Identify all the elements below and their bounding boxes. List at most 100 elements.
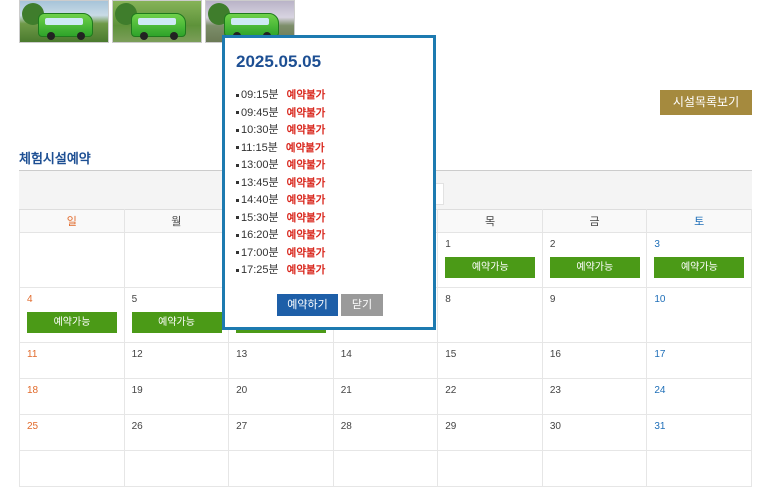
calendar-day: 16: [541, 342, 648, 379]
bus-photo-icon: [131, 13, 186, 40]
calendar-day-empty: [541, 450, 648, 487]
day-number: 2: [549, 239, 556, 250]
slot-time: 09:15분: [241, 89, 279, 101]
calendar-day-empty: [437, 450, 543, 487]
calendar-week: 25 26 27 28 29 30 31: [19, 414, 752, 451]
calendar-week: 18 19 20 21 22 23 24: [19, 378, 752, 415]
day-number: 5: [131, 294, 138, 305]
calendar-day-empty: [332, 450, 439, 487]
calendar-day: 15: [437, 342, 543, 379]
bullet-icon: [236, 163, 239, 167]
slot-time: 13:45분: [241, 176, 279, 189]
day-number: 9: [549, 294, 556, 305]
weekday-fri: 금: [541, 209, 648, 233]
calendar-day: 8: [437, 287, 543, 343]
available-button[interactable]: 예약가능: [549, 257, 640, 278]
calendar-day: 26: [123, 414, 230, 451]
slot-time: 17:00분: [241, 246, 279, 259]
calendar-day: 1 예약가능: [437, 232, 543, 288]
bullet-icon: [236, 216, 239, 220]
facility-list-button[interactable]: 시설목록보기: [660, 90, 752, 115]
calendar-week: [19, 450, 752, 487]
calendar-day-empty: [19, 450, 125, 487]
bus-photo-icon: [38, 13, 93, 40]
calendar-day: 11: [19, 342, 125, 379]
calendar-day: 30: [541, 414, 648, 451]
popup-actions: 예약하기 닫기: [277, 294, 383, 316]
calendar-day: 18: [19, 378, 125, 415]
calendar-day: 27: [228, 414, 334, 451]
time-slot: 17:25분 예약불가: [236, 261, 325, 279]
time-slot-list: 09:15분 예약불가 09:45분 예약불가 10:30분 예약불가 11:15분 예…: [236, 86, 325, 279]
slot-status: 예약불가: [286, 159, 326, 171]
slot-time: 17:25분: [241, 264, 279, 276]
bullet-icon: [236, 233, 239, 237]
day-number: 3: [654, 239, 660, 250]
close-button[interactable]: 닫기: [341, 294, 383, 316]
slot-time: 14:40분: [241, 194, 279, 206]
slot-time: 10:30분: [241, 124, 279, 136]
slot-time: 16:20분: [241, 229, 279, 241]
facility-thumbnail-1[interactable]: [19, 0, 109, 43]
calendar-day: 28: [332, 414, 439, 451]
slot-status: 예약불가: [286, 229, 326, 241]
calendar-day: 24: [646, 378, 752, 415]
slot-status: 예약불가: [286, 89, 326, 101]
slot-time: 13:00분: [241, 159, 279, 171]
available-button[interactable]: 예약가능: [131, 312, 222, 333]
calendar-day: 23: [541, 378, 648, 415]
available-button[interactable]: 예약가능: [27, 312, 117, 333]
time-slot: 11:15분 예약불가: [236, 139, 325, 157]
bullet-icon: [236, 128, 239, 132]
slot-status: 예약불가: [285, 141, 325, 154]
available-button[interactable]: 예약가능: [654, 257, 745, 278]
popup-date: 2025.05.05: [236, 52, 322, 71]
calendar-day: 9: [541, 287, 648, 343]
weekday-thu: 목: [437, 209, 543, 233]
time-slot: 17:00분 예약불가: [236, 244, 325, 262]
reserve-button[interactable]: 예약하기: [277, 294, 338, 316]
slot-status: 예약불가: [286, 106, 326, 119]
calendar-day: 12: [123, 342, 230, 379]
time-slot: 09:45분 예약불가: [236, 104, 325, 122]
calendar-day: 20: [228, 378, 334, 415]
time-slot: 10:30분 예약불가: [236, 121, 325, 139]
calendar-day-empty: [123, 232, 230, 288]
slot-time: 11:15분: [241, 141, 278, 154]
calendar-day: 4 예약가능: [19, 287, 125, 343]
time-slot: 13:00분 예약불가: [236, 156, 325, 174]
slot-status: 예약불가: [286, 194, 326, 206]
weekday-mon: 월: [123, 209, 230, 233]
calendar-day-empty: [123, 450, 230, 487]
calendar-day-empty: [228, 450, 334, 487]
time-slot: 15:30분 예약불가: [236, 209, 325, 227]
slot-status: 예약불가: [286, 124, 326, 136]
bullet-icon: [236, 93, 239, 97]
day-number: 1: [445, 239, 451, 250]
bullet-icon: [236, 268, 239, 272]
time-slot: 13:45분 예약불가: [236, 174, 325, 192]
calendar-day-empty: [19, 232, 125, 288]
calendar-day-empty: [646, 450, 752, 487]
calendar-day: 29: [437, 414, 543, 451]
available-button[interactable]: 예약가능: [445, 257, 536, 278]
facility-thumbnail-2[interactable]: [112, 0, 202, 43]
bus-photo-icon: [224, 13, 279, 40]
time-slot: 16:20분 예약불가: [236, 226, 325, 244]
bullet-icon: [236, 251, 239, 255]
slot-status: 예약불가: [286, 176, 326, 189]
slot-status: 예약불가: [286, 246, 326, 259]
calendar-day: 25: [19, 414, 125, 451]
time-slot: 14:40분 예약불가: [236, 191, 325, 209]
weekday-sun: 일: [19, 209, 125, 233]
section-title: 체험시설예약: [19, 151, 91, 166]
calendar-day: 3 예약가능: [646, 232, 752, 288]
bullet-icon: [236, 146, 239, 150]
day-number: 4: [27, 294, 33, 305]
slot-status: 예약불가: [286, 211, 326, 224]
calendar-day: 22: [437, 378, 543, 415]
bullet-icon: [236, 198, 239, 202]
calendar-day: 19: [123, 378, 230, 415]
day-number: 10: [654, 294, 666, 305]
day-number: 8: [445, 294, 451, 305]
